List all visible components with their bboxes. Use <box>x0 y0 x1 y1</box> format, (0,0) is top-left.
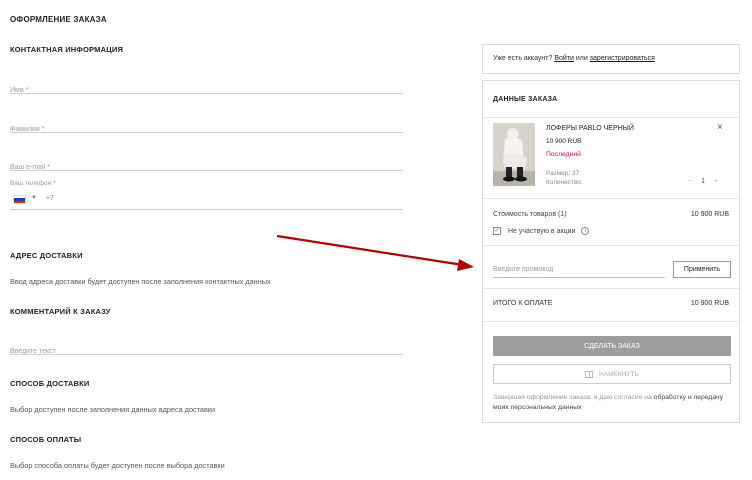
hint-button-label: НАМЕКНУТЬ <box>599 370 639 378</box>
phone-field[interactable]: ▼ +7 <box>10 193 403 210</box>
account-text: Уже есть аккаунт? <box>493 55 553 62</box>
promo-opt-out-checkbox[interactable]: ✓ Не участвую в акции i <box>493 227 590 235</box>
chevron-down-icon[interactable]: ▼ <box>31 195 37 201</box>
payment-method-note: Выбор способа оплаты будет доступен посл… <box>10 461 225 470</box>
divider <box>483 117 739 118</box>
info-icon[interactable]: i <box>581 227 590 235</box>
place-order-button[interactable]: СДЕЛАТЬ ЗАКАЗ <box>493 336 731 356</box>
order-title: ДАННЫЕ ЗАКАЗА <box>493 96 558 103</box>
account-box: Уже есть аккаунт? Войти или зарегистриро… <box>482 44 740 74</box>
payment-method-title: СПОСОБ ОПЛАТЫ <box>10 435 82 444</box>
product-quantity-label: Количество: <box>546 179 583 186</box>
increment-button[interactable]: + <box>714 178 718 185</box>
subtotal-label: Стоимость товаров (1) <box>493 211 567 218</box>
comment-placeholder: Введите текст <box>10 348 56 355</box>
first-name-placeholder: Имя * <box>10 87 29 94</box>
quantity-value: 1 <box>701 178 705 185</box>
divider <box>483 198 739 199</box>
divider <box>483 288 739 289</box>
russia-flag-icon[interactable] <box>13 195 26 204</box>
apply-promo-button[interactable]: Применить <box>673 261 731 278</box>
gift-icon <box>585 370 594 378</box>
email-field[interactable]: Ваш e-mail * <box>10 156 403 171</box>
comment-field[interactable]: Введите текст <box>10 340 403 355</box>
product-image[interactable] <box>493 123 535 186</box>
promo-code-input[interactable] <box>493 262 665 278</box>
comment-title: КОММЕНТАРИЙ К ЗАКАЗУ <box>10 307 111 316</box>
email-placeholder: Ваш e-mail * <box>10 164 50 171</box>
page-title: ОФОРМЛЕНИЕ ЗАКАЗА <box>10 15 107 24</box>
account-or: или <box>575 55 588 62</box>
checkbox-checked-icon[interactable]: ✓ <box>493 227 501 235</box>
product-size: Размер: 37 <box>546 170 580 177</box>
remove-item-close-icon[interactable]: × <box>717 122 723 133</box>
register-link[interactable]: зарегистрироваться <box>590 55 655 62</box>
product-price: 10 900 RUB <box>546 138 582 145</box>
quantity-stepper[interactable]: − 1 + <box>688 178 718 185</box>
contact-section-title: КОНТАКТНАЯ ИНФОРМАЦИЯ <box>10 45 124 54</box>
delivery-address-note: Ввод адреса доставки будет доступен посл… <box>10 277 271 286</box>
total-value: 10 900 RUB <box>690 300 729 307</box>
decrement-button[interactable]: − <box>688 178 692 185</box>
login-link[interactable]: Войти <box>554 55 574 62</box>
divider <box>483 321 739 322</box>
delivery-address-title: АДРЕС ДОСТАВКИ <box>10 251 83 260</box>
divider <box>483 245 739 246</box>
hint-button[interactable]: НАМЕКНУТЬ <box>493 364 731 384</box>
annotation-arrow <box>276 234 474 271</box>
last-name-placeholder: Фамилия * <box>10 126 45 133</box>
consent-prefix: Завершая оформление заказа, я даю соглас… <box>493 394 652 401</box>
last-name-field[interactable]: Фамилия * <box>10 118 403 133</box>
product-name[interactable]: ЛОФЕРЫ PABLO ЧЕРНЫЙ <box>546 125 634 132</box>
subtotal-value: 10 900 RUB <box>690 211 729 218</box>
consent-text: Завершая оформление заказа, я даю соглас… <box>493 393 733 412</box>
phone-label: Ваш телефон * <box>10 180 56 187</box>
promo-opt-out-label: Не участвую в акции <box>508 227 576 235</box>
product-stock-badge: Последний <box>546 151 581 158</box>
first-name-field[interactable]: Имя * <box>10 79 403 94</box>
order-summary: ДАННЫЕ ЗАКАЗА ЛОФЕРЫ PABLO ЧЕРНЫЙ 10 900… <box>482 80 740 423</box>
delivery-method-note: Выбор доступен после заполнения данных а… <box>10 405 216 414</box>
total-label: ИТОГО К ОПЛАТЕ <box>493 300 553 307</box>
delivery-method-title: СПОСОБ ДОСТАВКИ <box>10 379 90 388</box>
phone-prefix: +7 <box>45 195 54 202</box>
